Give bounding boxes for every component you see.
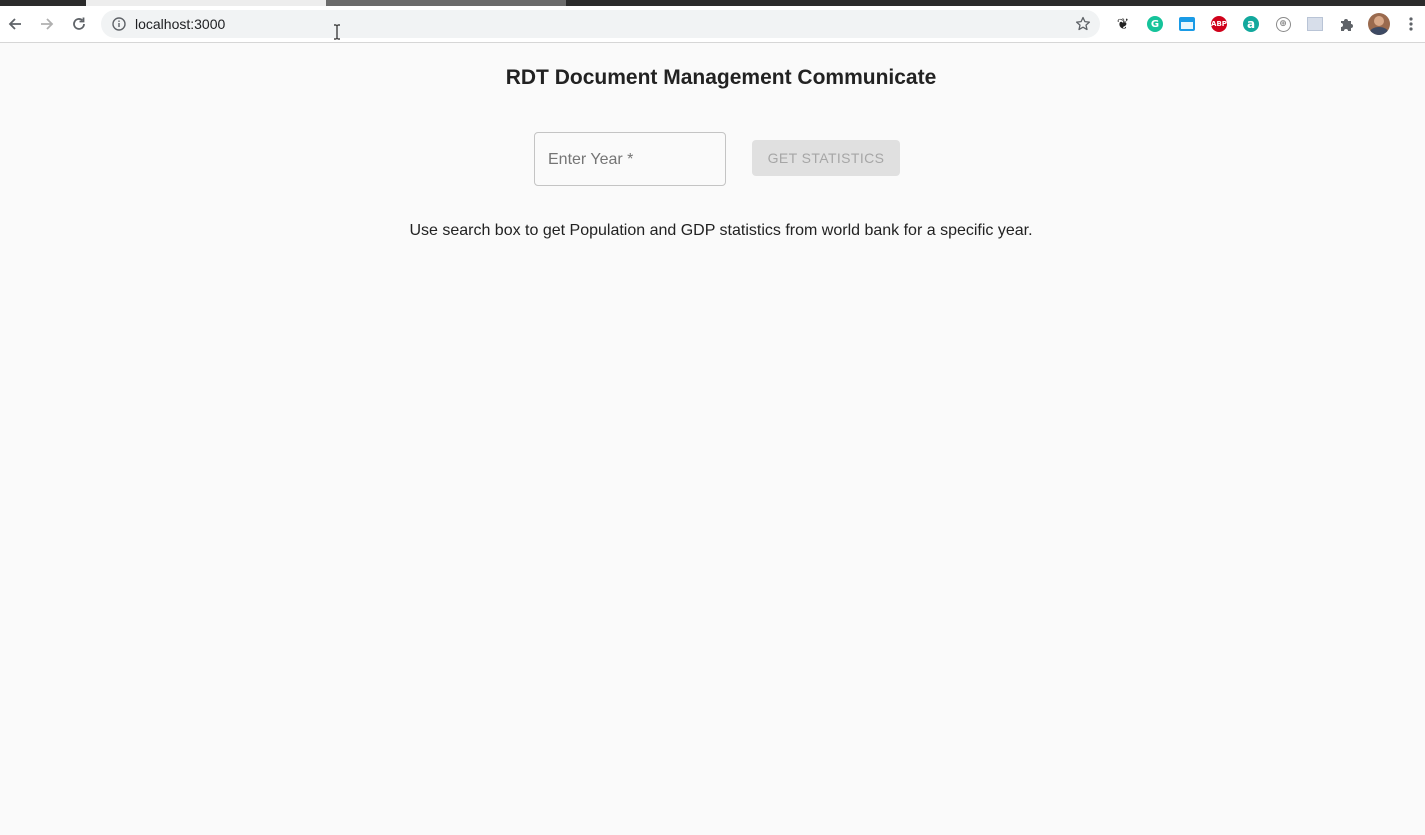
grammarly-icon: G bbox=[1147, 16, 1163, 32]
profile-avatar[interactable] bbox=[1367, 12, 1391, 36]
adblock-extension-icon[interactable]: ABP bbox=[1209, 14, 1229, 34]
extensions-button[interactable] bbox=[1337, 14, 1357, 34]
reload-button[interactable] bbox=[66, 11, 92, 37]
get-statistics-button[interactable]: GET STATISTICS bbox=[752, 140, 900, 176]
arrow-left-icon bbox=[8, 18, 21, 30]
avatar-icon bbox=[1368, 13, 1390, 35]
forward-button[interactable] bbox=[34, 11, 60, 37]
star-icon[interactable] bbox=[1074, 15, 1092, 33]
window-icon bbox=[1179, 17, 1195, 31]
window-extension-icon[interactable] bbox=[1177, 14, 1197, 34]
browser-menu-button[interactable] bbox=[1401, 14, 1421, 34]
helper-text: Use search box to get Population and GDP… bbox=[409, 222, 1033, 239]
reload-icon bbox=[73, 17, 85, 30]
a-extension-icon[interactable]: a bbox=[1241, 14, 1261, 34]
url-text[interactable]: localhost:3000 bbox=[135, 16, 225, 32]
info-icon[interactable] bbox=[111, 16, 127, 32]
web-icon: ⊕ bbox=[1275, 16, 1291, 32]
arrow-right-icon bbox=[41, 18, 54, 30]
a-icon: a bbox=[1243, 16, 1259, 32]
text-cursor-icon bbox=[334, 24, 340, 40]
screen-extension-icon[interactable] bbox=[1305, 14, 1325, 34]
puzzle-icon bbox=[1341, 19, 1353, 31]
adblock-icon: ABP bbox=[1211, 16, 1227, 32]
grammarly-extension-icon[interactable]: G bbox=[1145, 14, 1165, 34]
paw-extension-icon[interactable]: ❦ bbox=[1113, 14, 1133, 34]
page-title: RDT Document Management Communicate bbox=[505, 66, 937, 89]
paw-icon: ❦ bbox=[1116, 15, 1130, 33]
screen-icon bbox=[1307, 17, 1323, 31]
browser-toolbar: localhost:3000 ❦ G ABP a ⊕ bbox=[0, 6, 1425, 43]
year-input[interactable] bbox=[535, 133, 725, 185]
kebab-menu-icon bbox=[1409, 17, 1413, 31]
address-bar[interactable]: localhost:3000 bbox=[101, 10, 1100, 38]
back-button[interactable] bbox=[2, 11, 28, 37]
web-extension-icon[interactable]: ⊕ bbox=[1273, 14, 1293, 34]
year-field[interactable]: Enter Year * bbox=[534, 132, 726, 186]
